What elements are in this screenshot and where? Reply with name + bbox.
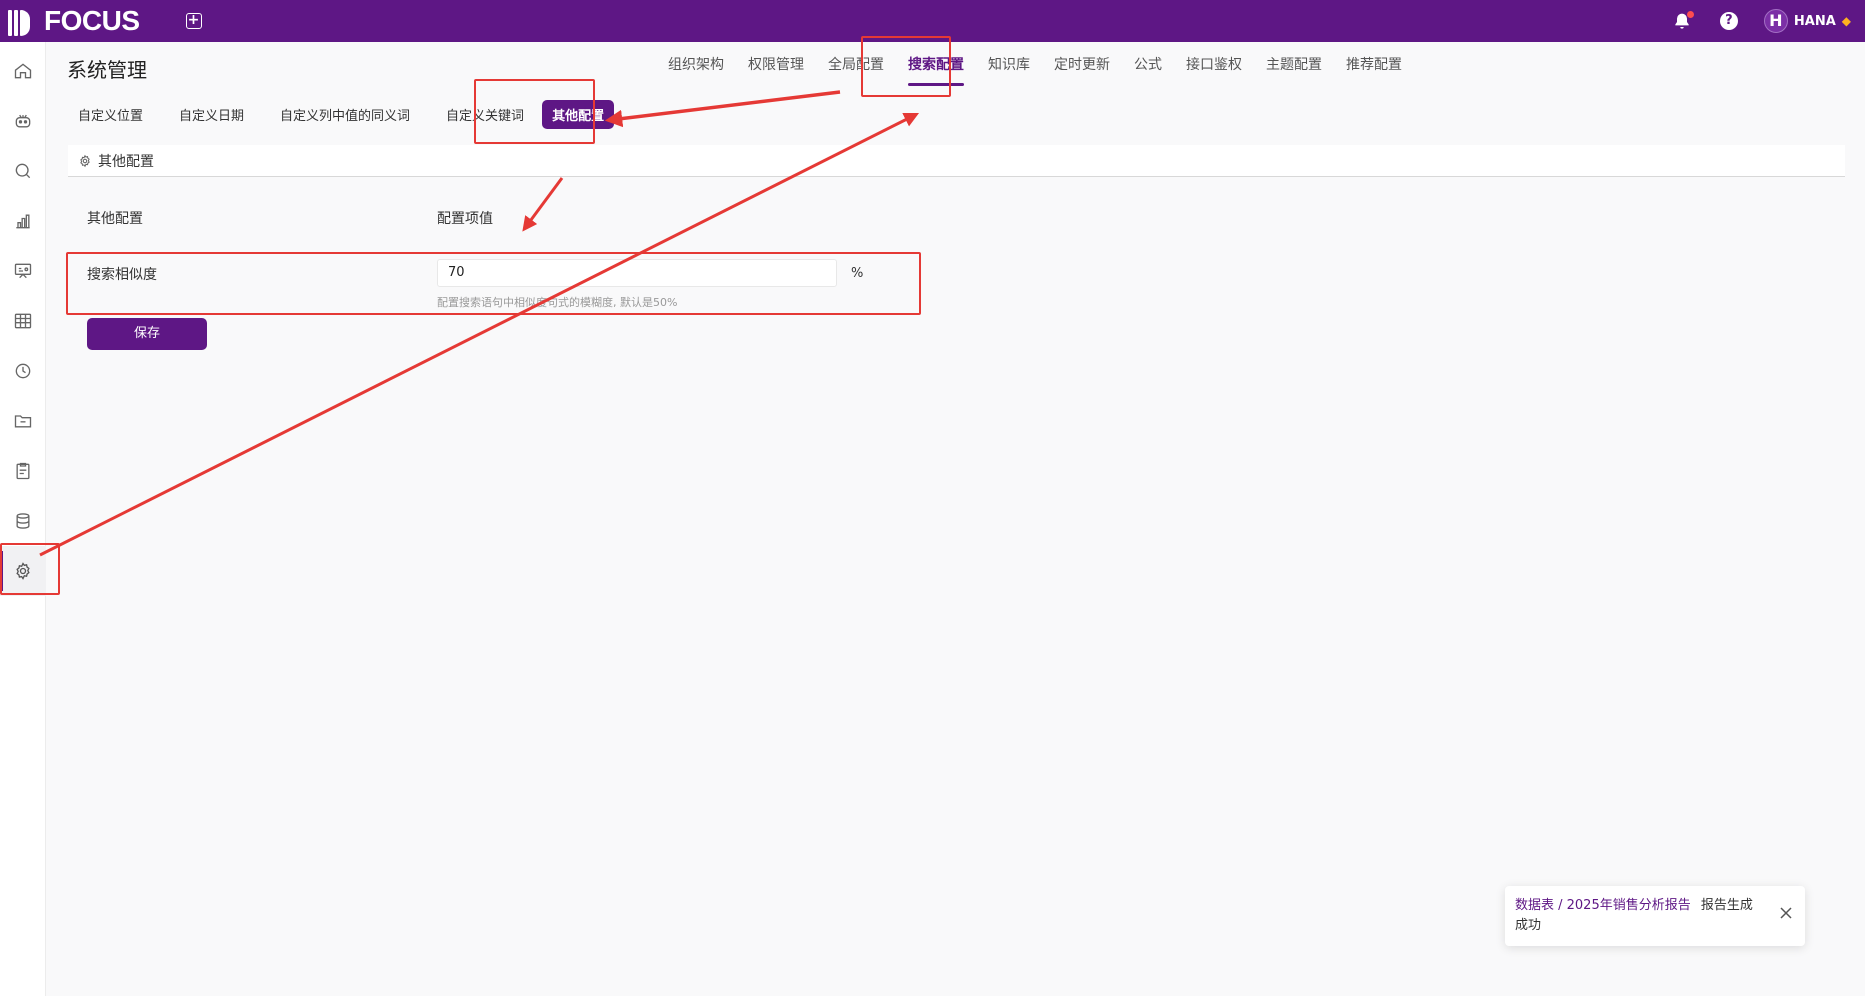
- notification-dot: [1686, 11, 1694, 18]
- plus-square-icon[interactable]: +: [185, 13, 202, 29]
- user-name: HANA: [1793, 13, 1836, 29]
- bar-chart-icon: [16, 214, 30, 229]
- section-header: 其他配置: [68, 145, 1845, 177]
- column-header-name: 其他配置: [87, 211, 143, 227]
- subtab-custom-date[interactable]: 自定义日期: [169, 100, 254, 129]
- tab-theme-config[interactable]: 主题配置: [1254, 42, 1334, 90]
- tab-knowledge-base[interactable]: 知识库: [976, 42, 1042, 90]
- section-title: 其他配置: [98, 153, 154, 170]
- tab-recommend-config[interactable]: 推荐配置: [1334, 42, 1414, 90]
- avatar: H: [1763, 9, 1788, 33]
- toast-link[interactable]: 数据表 / 2025年销售分析报告: [1515, 898, 1691, 913]
- diamond-icon: ◆: [1841, 14, 1851, 28]
- logo-text: FOCUS: [44, 5, 140, 36]
- sidebar-item-tasks[interactable]: [0, 446, 46, 496]
- subtab-column-synonyms[interactable]: 自定义列中值的同义词: [270, 100, 420, 129]
- save-button[interactable]: 保存: [87, 318, 207, 350]
- tab-scheduled-update[interactable]: 定时更新: [1042, 42, 1122, 90]
- unit-label: %: [851, 266, 864, 281]
- folder-icon: [14, 415, 32, 428]
- tab-org-structure[interactable]: 组织架构: [656, 42, 736, 90]
- sub-tabs: 自定义位置 自定义日期 自定义列中值的同义词 自定义关键词 其他配置: [68, 100, 622, 129]
- sidebar-item-settings[interactable]: [0, 546, 46, 596]
- top-bar: FOCUS + ? H HANA ◆: [0, 0, 1865, 42]
- sidebar-item-charts[interactable]: [0, 196, 46, 246]
- sidebar: [0, 42, 46, 996]
- arrow-search-tab-to-other-config: [604, 90, 841, 128]
- main-tabs: 组织架构 权限管理 全局配置 搜索配置 知识库 定时更新 公式 接口鉴权 主题配…: [656, 42, 1414, 90]
- clipboard-icon: [16, 462, 30, 480]
- page-title: 系统管理: [67, 58, 147, 82]
- app-logo[interactable]: FOCUS: [8, 0, 140, 42]
- presentation-icon: [14, 263, 32, 279]
- sidebar-item-assistant[interactable]: [0, 96, 46, 146]
- notification-bell-icon[interactable]: [1672, 10, 1694, 32]
- sidebar-item-presentation[interactable]: [0, 246, 46, 296]
- tab-permissions[interactable]: 权限管理: [736, 42, 816, 90]
- clock-icon: [15, 363, 31, 379]
- tab-global-config[interactable]: 全局配置: [816, 42, 896, 90]
- help-icon[interactable]: ?: [1719, 12, 1738, 30]
- gear-icon: [16, 562, 30, 580]
- table-icon: [14, 313, 32, 329]
- search-icon: [15, 163, 31, 179]
- tab-api-auth[interactable]: 接口鉴权: [1174, 42, 1254, 90]
- column-header-value: 配置项值: [437, 211, 493, 227]
- sidebar-item-data[interactable]: [0, 496, 46, 546]
- setting-hint: 配置搜索语句中相似度句式的模糊度, 默认是50%: [437, 296, 678, 309]
- robot-icon: [15, 114, 31, 128]
- sidebar-item-home[interactable]: [0, 46, 46, 96]
- sidebar-item-files[interactable]: [0, 396, 46, 446]
- sidebar-item-history[interactable]: [0, 346, 46, 396]
- sidebar-item-tables[interactable]: [0, 296, 46, 346]
- arrow-other-config-to-content: [522, 177, 564, 232]
- tab-formula[interactable]: 公式: [1122, 42, 1174, 90]
- tab-search-config[interactable]: 搜索配置: [896, 42, 976, 90]
- database-icon: [16, 513, 30, 529]
- logo-mark-icon: [8, 6, 40, 36]
- search-similarity-input[interactable]: 70: [437, 259, 837, 287]
- setting-label-search-similarity: 搜索相似度: [87, 267, 157, 283]
- sidebar-item-search[interactable]: [0, 146, 46, 196]
- user-menu[interactable]: H HANA ◆: [1763, 9, 1851, 33]
- gear-icon: [80, 154, 90, 167]
- home-icon: [14, 63, 32, 79]
- toast-notification: 数据表 / 2025年销售分析报告 报告生成成功: [1505, 886, 1805, 946]
- close-icon[interactable]: [1779, 906, 1793, 920]
- subtab-custom-location[interactable]: 自定义位置: [68, 100, 153, 129]
- subtab-custom-keywords[interactable]: 自定义关键词: [436, 100, 534, 129]
- subtab-other-config[interactable]: 其他配置: [542, 100, 615, 129]
